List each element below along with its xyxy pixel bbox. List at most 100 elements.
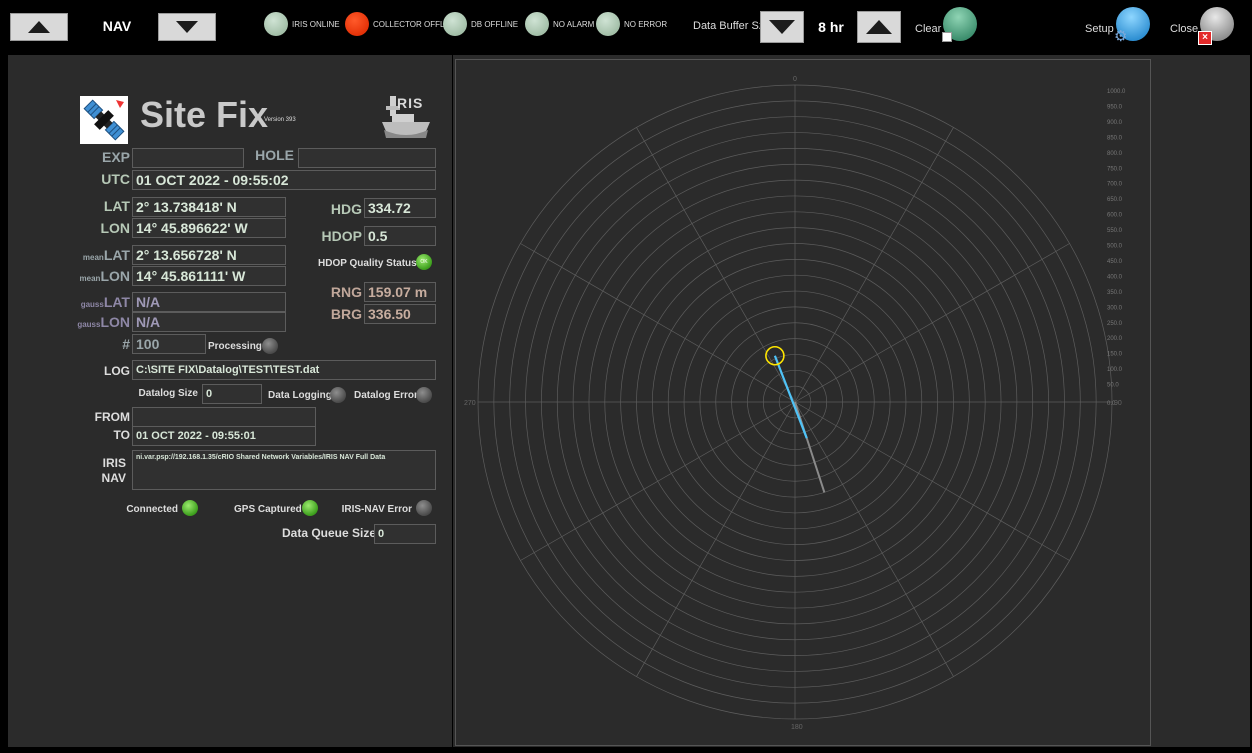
polar-plot[interactable]: 1000.0 950.0 900.0 850.0 800.0 750.0 700.0 650.…	[455, 59, 1151, 746]
status-label: NO ERROR	[624, 19, 668, 29]
range-tick-label: 700.0	[1107, 182, 1123, 188]
to-label: TO	[113, 428, 130, 442]
log-path-field[interactable]: C:\SITE FIX\Datalog\TEST\TEST.dat	[132, 360, 436, 380]
nav-prev-button[interactable]	[10, 13, 68, 41]
arrow-up-icon	[866, 20, 892, 34]
meanlat-label: meanLAT	[60, 247, 130, 263]
from-label: FROM	[94, 410, 130, 424]
range-tick-label: 400.0	[1107, 274, 1123, 280]
status-no-error: NO ERROR	[596, 11, 667, 37]
hdop-label: HDOP	[321, 228, 362, 244]
range-tick-label: 500.0	[1107, 244, 1123, 250]
meanlat-label-text: LAT	[103, 247, 130, 263]
clear-indicator-icon	[942, 32, 952, 42]
arrow-down-icon	[176, 21, 198, 33]
track-tail	[794, 401, 826, 493]
range-tick-label: 1000.0	[1107, 89, 1126, 95]
arrow-up-icon	[28, 21, 50, 33]
polar-spoke	[794, 401, 1070, 561]
status-led-icon	[596, 12, 620, 36]
buffer-decrease-button[interactable]	[760, 11, 804, 43]
iris-nav-label: NAV	[101, 471, 126, 485]
nav-next-button[interactable]	[158, 13, 216, 41]
meanlon-label: meanLON	[60, 268, 130, 284]
datalog-error-led-icon	[416, 387, 432, 403]
range-tick-label: 800.0	[1107, 151, 1123, 157]
exp-label: EXP	[101, 149, 130, 165]
gausslon-field: N/A	[132, 312, 286, 332]
status-db-offline: DB OFFLINE	[443, 11, 518, 37]
polar-spoke	[794, 401, 954, 677]
to-field: 01 OCT 2022 - 09:55:01	[132, 426, 316, 446]
lon-label: LON	[100, 220, 130, 236]
brg-label: BRG	[330, 306, 362, 322]
connected-led-icon	[182, 500, 198, 516]
polar-spoke	[636, 401, 796, 677]
from-field	[132, 407, 316, 427]
meanlat-field: 2° 13.656728' N	[132, 245, 286, 265]
range-tick-label: 850.0	[1107, 135, 1123, 141]
hdop-field: 0.5	[364, 226, 436, 246]
datalog-size-field: 0	[202, 384, 262, 404]
processing-led-icon	[262, 338, 278, 354]
range-tick-label: 600.0	[1107, 213, 1123, 219]
angle-label: 0	[793, 76, 797, 83]
range-tick-label: 200.0	[1107, 336, 1123, 342]
queue-size-field: 0	[374, 524, 436, 544]
hole-label: HOLE	[255, 147, 294, 163]
gps-captured-led-icon	[302, 500, 318, 516]
hdg-field: 334.72	[364, 198, 436, 218]
status-led-icon	[443, 12, 467, 36]
gausslon-prefix: gauss	[77, 320, 101, 329]
satellite-icon	[80, 96, 128, 144]
data-logging-led-icon	[330, 387, 346, 403]
exp-field[interactable]	[132, 148, 244, 168]
lon-field: 14° 45.896622' W	[132, 218, 286, 238]
close-icon: ×	[1198, 31, 1212, 45]
log-label: LOG	[104, 364, 130, 378]
iris-label: IRIS	[102, 456, 126, 470]
datalog-error-label: Datalog Error	[354, 390, 418, 401]
data-buffer-value: 8 hr	[818, 19, 844, 35]
range-tick-label: 750.0	[1107, 166, 1123, 172]
angle-label: 270	[464, 400, 476, 407]
gps-captured-label: GPS Captured	[234, 504, 302, 515]
gausslat-field: N/A	[132, 292, 286, 312]
rng-label: RNG	[330, 284, 362, 300]
data-logging-label: Data Logging	[268, 390, 332, 401]
iris-logo-text: RIS	[397, 95, 424, 111]
buffer-increase-button[interactable]	[857, 11, 901, 43]
meanlon-field: 14° 45.861111' W	[132, 266, 286, 286]
setup-label: Setup	[1085, 23, 1114, 35]
meanlon-prefix: mean	[79, 274, 101, 283]
gausslat-label-text: LAT	[103, 294, 130, 310]
clear-label: Clear	[915, 23, 942, 35]
status-iris-online: IRIS ONLINE	[264, 11, 340, 37]
app-title: Site Fix	[140, 94, 269, 135]
hole-field[interactable]	[298, 148, 436, 168]
count-label: #	[122, 336, 130, 352]
status-no-alarm: NO ALARM	[525, 11, 594, 37]
gausslon-label-text: LON	[100, 314, 130, 330]
brg-field: 336.50	[364, 304, 436, 324]
count-field: 100	[132, 334, 206, 354]
lat-label: LAT	[103, 198, 130, 214]
nav-mode-label: NAV	[102, 18, 132, 34]
polar-spoke	[794, 243, 1070, 403]
processing-label: Processing	[208, 341, 262, 352]
rng-field: 159.07 m	[364, 282, 436, 302]
range-tick-label: 150.0	[1107, 352, 1123, 358]
status-collector-offline: COLLECTOR OFFLINE	[345, 11, 458, 37]
iris-nav-address-field[interactable]: ni.var.psp://192.168.1.35/cRIO Shared Ne…	[132, 450, 436, 490]
status-led-icon	[345, 12, 369, 36]
close-label: Close	[1170, 23, 1199, 35]
site-fix-window: NAV IRIS ONLINE COLLECTOR OFFLINE DB OFF…	[0, 0, 1252, 753]
datalog-size-label: Datalog Size	[138, 388, 198, 399]
range-tick-label: 50.0	[1107, 383, 1119, 389]
gausslat-label: gaussLAT	[60, 294, 130, 310]
polar-spoke	[794, 127, 954, 403]
hdop-quality-label: HDOP Quality Status	[318, 258, 417, 269]
meanlon-label-text: LON	[100, 268, 130, 284]
range-tick-label: 250.0	[1107, 321, 1123, 327]
iris-nav-error-led-icon	[416, 500, 432, 516]
